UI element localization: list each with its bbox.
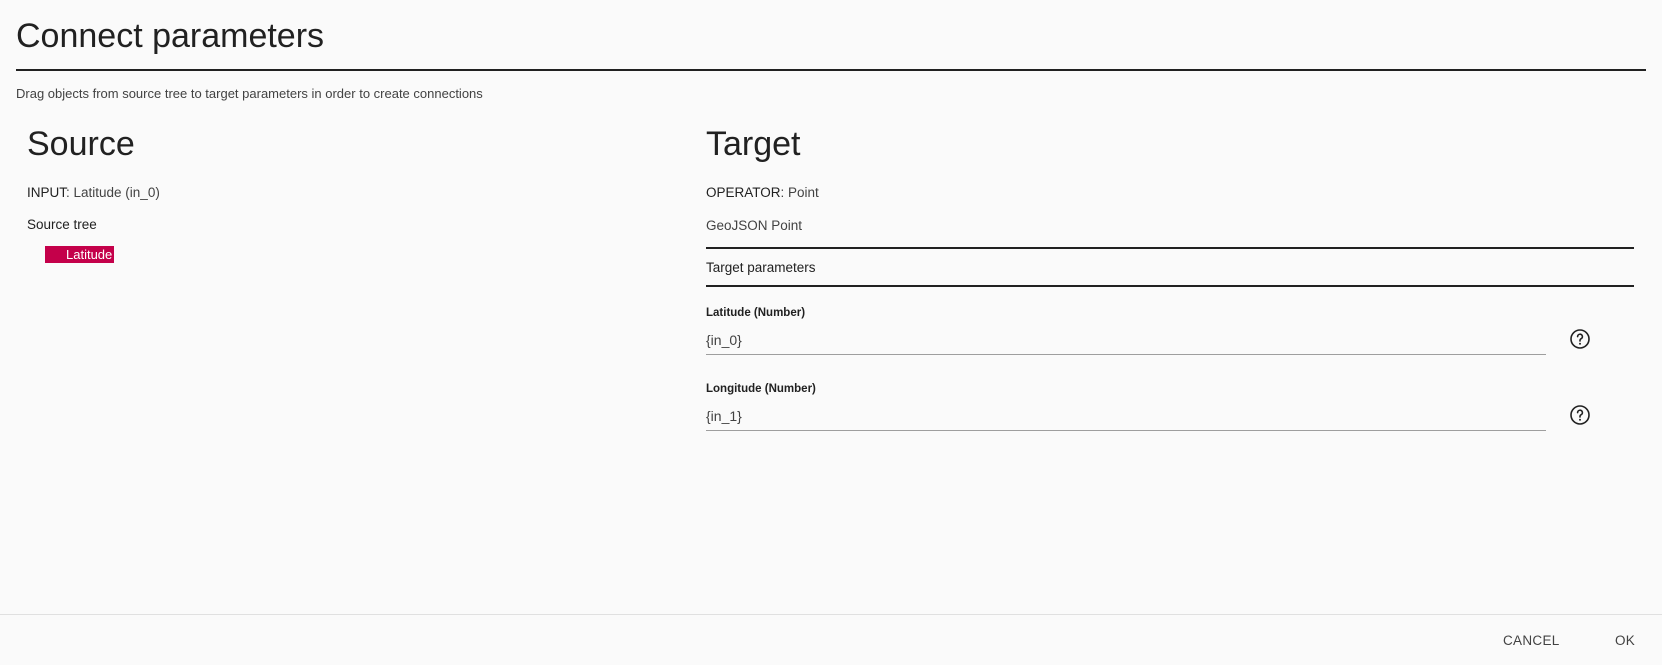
target-parameters-label: Target parameters	[706, 259, 816, 275]
source-panel: Source INPUT: Latitude (in_0) Source tre…	[27, 122, 667, 264]
param-row-longitude: Longitude (Number)	[706, 363, 1634, 439]
ok-button[interactable]: OK	[1615, 633, 1635, 648]
operator-value: : Point	[780, 185, 819, 200]
param-input-latitude[interactable]	[706, 325, 1546, 355]
connect-parameters-dialog: Connect parameters Drag objects from sou…	[0, 0, 1662, 665]
tree-node-latitude[interactable]: Latitude	[45, 246, 115, 263]
help-circle-icon[interactable]	[1568, 403, 1592, 427]
dialog-header: Connect parameters	[16, 14, 1646, 71]
source-input-info: INPUT: Latitude (in_0)	[27, 185, 667, 200]
input-value: : Latitude (in_0)	[66, 185, 160, 200]
input-key: INPUT	[27, 185, 67, 200]
param-input-longitude[interactable]	[706, 401, 1546, 431]
dialog-subtitle: Drag objects from source tree to target …	[16, 86, 483, 101]
target-panel: Target OPERATOR: Point GeoJSON Point Tar…	[706, 122, 1634, 439]
param-label-longitude: Longitude (Number)	[706, 383, 816, 395]
source-tree: Latitude	[45, 246, 667, 264]
param-row-latitude: Latitude (Number)	[706, 287, 1634, 363]
source-tree-label: Source tree	[27, 217, 97, 232]
target-operator-info: OPERATOR: Point	[706, 185, 1634, 200]
dialog-title: Connect parameters	[16, 17, 325, 55]
operator-key: OPERATOR	[706, 185, 781, 200]
target-description: GeoJSON Point	[706, 218, 803, 233]
target-heading: Target	[706, 125, 801, 163]
param-label-latitude: Latitude (Number)	[706, 307, 806, 319]
target-parameters-header: Target parameters	[706, 247, 1634, 287]
dialog-footer: CANCEL OK	[0, 614, 1662, 665]
source-heading: Source	[27, 125, 135, 163]
help-circle-icon[interactable]	[1568, 327, 1592, 351]
cancel-button[interactable]: CANCEL	[1503, 633, 1560, 648]
